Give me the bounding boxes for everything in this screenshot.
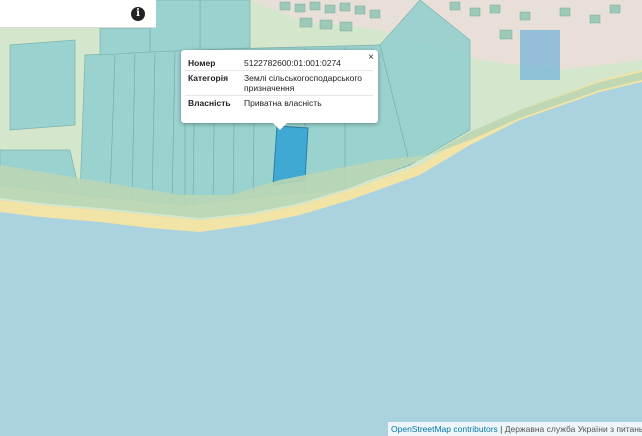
row-value: Землі сільськогосподарського призначення — [241, 70, 373, 96]
row-value: 5122782600:01:001:0274 — [241, 56, 373, 71]
attribution-separator: | — [497, 424, 505, 434]
row-value: Приватна власність — [244, 98, 322, 108]
search-box[interactable]: i — [0, 0, 156, 28]
table-row: Номер 5122782600:01:001:0274 — [185, 56, 373, 71]
table-row: Власність Приватна власність — [185, 96, 373, 111]
row-key: Категорія — [185, 70, 241, 96]
industrial-block — [520, 30, 560, 80]
parcel-popup: × Номер 5122782600:01:001:0274 Категорія… — [181, 50, 378, 130]
info-icon[interactable]: i — [131, 7, 145, 21]
popup-tip — [273, 123, 287, 130]
osm-attribution-link[interactable]: OpenStreetMap contributors — [391, 424, 498, 434]
row-key: Власність — [188, 98, 231, 108]
table-row: Категорія Землі сільськогосподарського п… — [185, 70, 373, 96]
map-attribution: OpenStreetMap contributors | Державна сл… — [388, 422, 642, 436]
gov-attribution: Державна служба України з питань геодезі… — [504, 424, 642, 434]
parcel-info-table: Номер 5122782600:01:001:0274 Категорія З… — [185, 56, 373, 110]
row-key: Номер — [185, 56, 241, 71]
